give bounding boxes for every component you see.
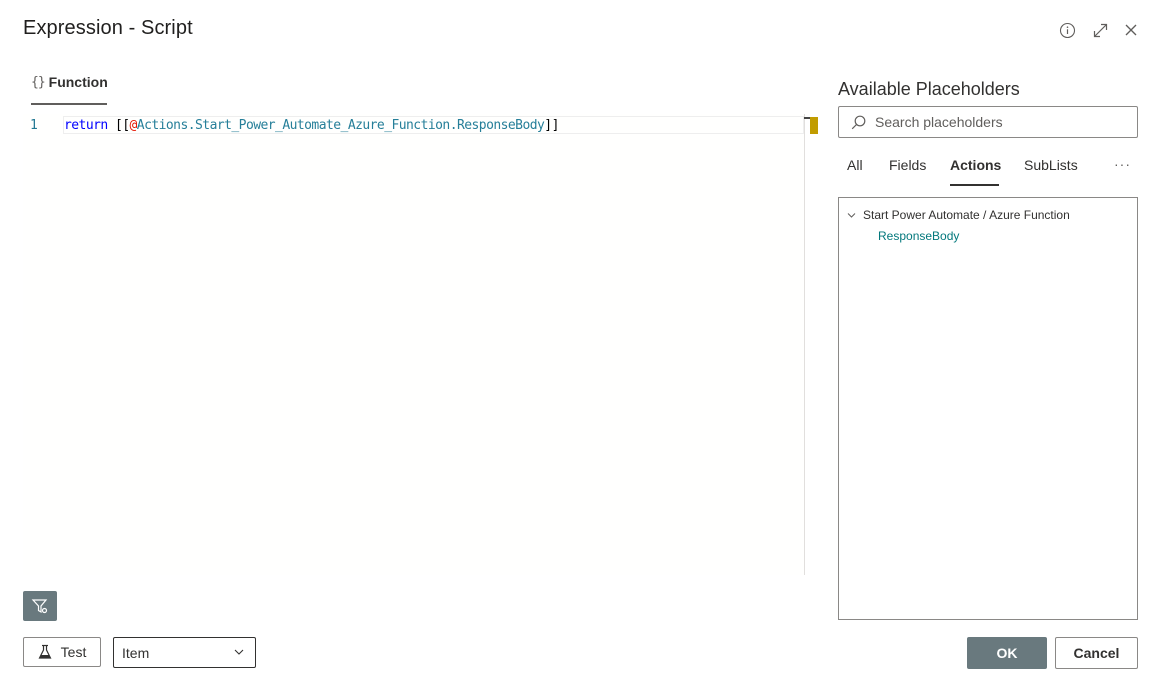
close-icon[interactable] (1121, 20, 1141, 40)
search-icon (851, 115, 866, 129)
tab-function-underline (31, 103, 107, 105)
filter-settings-button[interactable] (23, 591, 57, 621)
overview-ruler-warning-mark (810, 117, 818, 134)
code-editor[interactable] (23, 114, 804, 575)
line-number: 1 (30, 118, 38, 133)
tab-function-label: Function (48, 74, 108, 90)
tab-function[interactable]: {} Function (31, 74, 108, 90)
cancel-button[interactable]: Cancel (1055, 637, 1138, 669)
editor-scrollbar-track[interactable] (804, 114, 805, 575)
placeholders-title: Available Placeholders (838, 79, 1020, 99)
search-box[interactable] (838, 106, 1138, 138)
placeholder-tree (838, 197, 1138, 620)
code-at-sign: @ (129, 118, 138, 133)
code-keyword: return (64, 118, 108, 133)
test-context-value: Item (122, 644, 150, 661)
code-open-brackets: [[ (107, 118, 130, 133)
more-tabs-button[interactable]: ··· (1114, 156, 1131, 172)
tab-sublists[interactable]: SubLists (1024, 157, 1078, 173)
tab-all[interactable]: All (847, 157, 863, 173)
expand-icon[interactable] (1090, 20, 1110, 40)
chevron-down-icon (234, 649, 244, 655)
test-context-select[interactable]: Item (113, 637, 256, 668)
flask-icon (38, 644, 52, 659)
tree-node-label: Start Power Automate / Azure Function (863, 208, 1070, 222)
filter-gear-icon (31, 599, 48, 614)
tab-fields[interactable]: Fields (889, 157, 926, 173)
tree-leaf-responsebody[interactable]: ResponseBody (878, 229, 959, 243)
chevron-down-icon (847, 212, 856, 218)
tab-actions[interactable]: Actions (950, 157, 1001, 173)
search-input[interactable] (875, 114, 1115, 130)
dialog-title: Expression - Script (23, 17, 193, 39)
test-button-label: Test (60, 644, 87, 660)
code-line[interactable]: return [[@Actions.Start_Power_Automate_A… (64, 118, 559, 133)
code-placeholder-path: Actions.Start_Power_Automate_Azure_Funct… (136, 118, 545, 133)
tree-node-start-power-automate[interactable]: Start Power Automate / Azure Function (847, 208, 1070, 222)
info-icon[interactable] (1057, 20, 1077, 40)
braces-icon: {} (31, 74, 46, 90)
test-button[interactable]: Test (23, 637, 101, 667)
ok-button[interactable]: OK (967, 637, 1047, 669)
tab-actions-underline (950, 184, 999, 186)
code-close-brackets: ]] (544, 118, 559, 133)
